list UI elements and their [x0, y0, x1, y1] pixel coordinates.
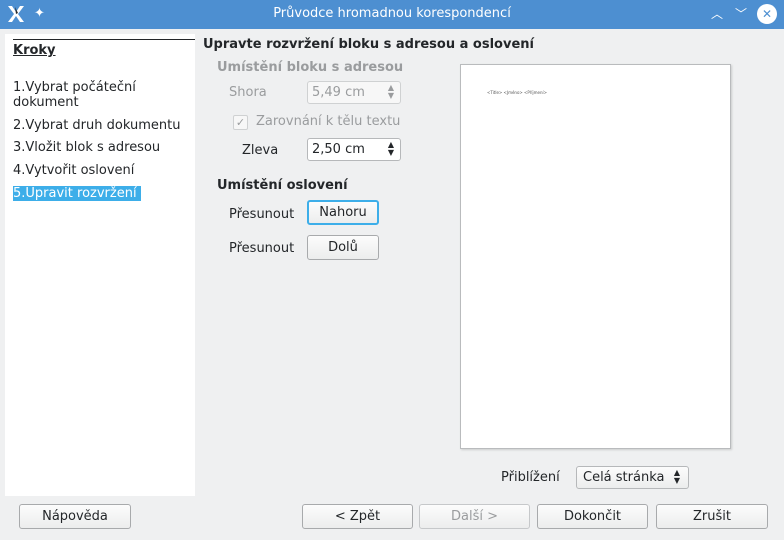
keep-above-icon[interactable]: ︿	[708, 5, 726, 23]
move-label-down: Přesunout	[229, 241, 295, 256]
spin-arrows-icon[interactable]: ▲ ▼	[386, 141, 396, 157]
sidebar-divider	[13, 39, 195, 40]
move-label-up: Přesunout	[229, 207, 295, 222]
zoom-label: Přiblížení	[501, 470, 560, 485]
top-value: 5,49 cm	[312, 85, 365, 100]
step-item-5[interactable]: 5.Upravit rozvržení	[13, 186, 141, 201]
address-position-title: Umístění bloku s adresou	[217, 60, 404, 75]
move-up-button[interactable]: Nahoru	[307, 200, 379, 225]
page-preview: <Title> <Jméno> <Příjmení>	[460, 64, 731, 449]
salutation-position-title: Umístění oslovení	[217, 178, 348, 193]
zoom-select[interactable]: Celá stránka ▲ ▼	[576, 466, 689, 489]
spin-arrows-icon[interactable]: ▲ ▼	[386, 84, 396, 100]
move-down-button[interactable]: Dolů	[307, 235, 379, 260]
window-title: Průvodce hromadnou korespondencí	[273, 6, 511, 21]
left-value: 2,50 cm	[312, 142, 365, 157]
cancel-button[interactable]: Zrušit	[656, 504, 768, 529]
steps-heading: Kroky	[13, 43, 56, 58]
page-title: Upravte rozvržení bloku s adresou a oslo…	[203, 37, 534, 52]
align-label: Zarovnání k tělu textu	[256, 114, 401, 129]
left-label: Zleva	[242, 143, 279, 158]
top-label: Shora	[229, 85, 267, 100]
left-spinbox[interactable]: 2,50 cm ▲ ▼	[307, 138, 401, 161]
top-spinbox[interactable]: 5,49 cm ▲ ▼	[307, 81, 401, 104]
step-item-3[interactable]: 3.Vložit blok s adresou	[13, 140, 188, 155]
align-checkbox[interactable]: ✓	[233, 115, 248, 130]
zoom-value: Celá stránka	[583, 470, 665, 485]
step-item-2[interactable]: 2.Vybrat druh dokumentu	[13, 118, 188, 133]
next-button[interactable]: Další >	[419, 504, 530, 529]
minimize-icon[interactable]: ﹀	[732, 5, 750, 23]
preview-address-block: <Title> <Jméno> <Příjmení>	[487, 90, 547, 95]
help-button[interactable]: Nápověda	[19, 504, 131, 529]
close-icon[interactable]: ✕	[757, 4, 777, 24]
finish-button[interactable]: Dokončit	[537, 504, 648, 529]
title-bar: ✦ Průvodce hromadnou korespondencí ︿ ﹀ ✕	[0, 0, 784, 29]
step-item-1[interactable]: 1.Vybrat počáteční dokument	[13, 80, 188, 110]
step-item-4[interactable]: 4.Vytvořit oslovení	[13, 163, 188, 178]
steps-sidebar: Kroky 1.Vybrat počáteční dokument 2.Vybr…	[5, 34, 195, 496]
back-button[interactable]: < Zpět	[302, 504, 413, 529]
chevron-updown-icon: ▲ ▼	[673, 468, 681, 485]
